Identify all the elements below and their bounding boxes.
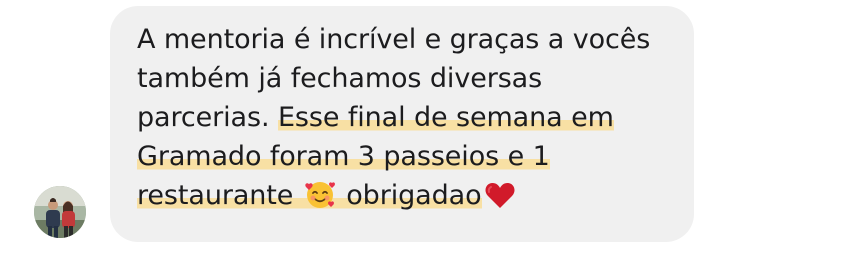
highlighted-text-3b: obrigadao [346, 180, 482, 211]
message-line-5: restaurante obrigadao [137, 176, 697, 221]
chat-screen: A mentoria é incrível e graças a vocês t… [0, 0, 860, 266]
highlighted-text-3: restaurante obrigadao [137, 180, 482, 211]
highlighted-text-2: Gramado foram 3 passeios e 1 [137, 141, 550, 172]
highlighted-text-3a: restaurante [137, 180, 294, 211]
avatar-photo [34, 186, 86, 238]
message-line-4: Gramado foram 3 passeios e 1 [137, 137, 697, 176]
smiling-face-with-hearts-icon [304, 178, 336, 221]
message-line-1: A mentoria é incrível e graças a vocês [137, 24, 651, 55]
message-line-2: também já fechamos diversas [137, 63, 543, 94]
message-line-3-plain: parcerias. [137, 102, 270, 133]
highlighted-text-1: Esse final de semana em [277, 102, 614, 133]
red-heart-icon [484, 180, 516, 221]
message-line-3: parcerias. Esse final de semana em [137, 98, 697, 137]
avatar[interactable] [34, 186, 86, 238]
message-text: A mentoria é incrível e graças a vocês t… [137, 20, 697, 221]
